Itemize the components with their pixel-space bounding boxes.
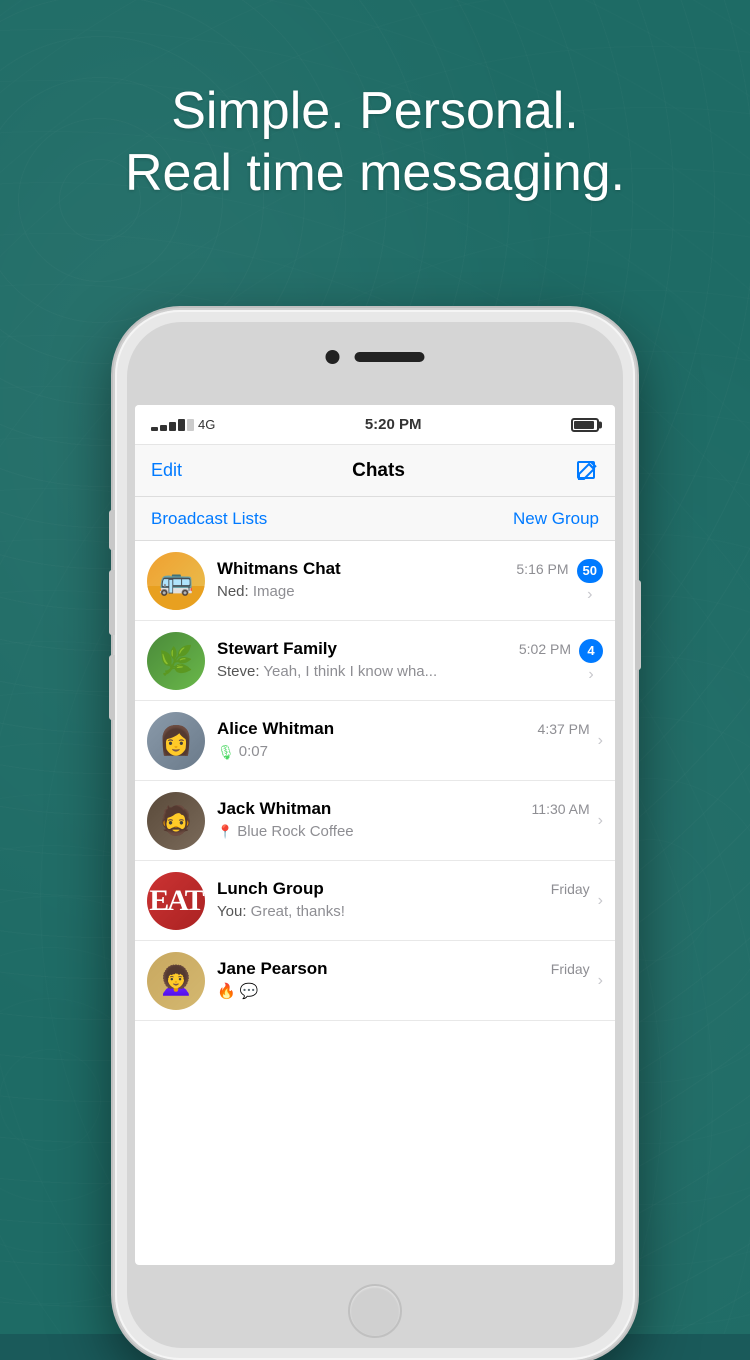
- list-item[interactable]: 👩‍🦱 Jane Pearson Friday 🔥 💬 ›: [135, 941, 615, 1021]
- chat-content: Alice Whitman 4:37 PM 🎙 0:07: [217, 719, 590, 762]
- chat-time: 4:37 PM: [538, 721, 590, 737]
- list-item[interactable]: 🧔 Jack Whitman 11:30 AM 📍 Blue Rock Coff…: [135, 781, 615, 861]
- signal-indicator: 4G: [151, 417, 215, 432]
- home-button[interactable]: [348, 1284, 402, 1338]
- list-item[interactable]: EAT Lunch Group Friday You: Great, thank…: [135, 861, 615, 941]
- chat-right: ›: [598, 893, 603, 909]
- chat-time: 5:16 PM: [516, 561, 568, 577]
- compose-icon: [575, 459, 599, 483]
- phone-top-hardware: [326, 350, 425, 364]
- chat-preview: 🎙 0:07: [217, 742, 590, 762]
- avatar: EAT: [147, 872, 205, 930]
- front-camera: [326, 350, 340, 364]
- chevron-right-icon: ›: [598, 813, 603, 829]
- chevron-right-icon: ›: [588, 667, 593, 683]
- chat-right: ›: [598, 813, 603, 829]
- chat-preview: You: Great, thanks!: [217, 902, 590, 922]
- clock: 5:20 PM: [365, 416, 422, 433]
- chat-time: 11:30 AM: [532, 801, 590, 817]
- battery-fill: [574, 421, 594, 429]
- chat-name: Jane Pearson: [217, 959, 328, 979]
- microphone-icon: 🎙: [217, 743, 235, 761]
- chat-time: Friday: [551, 961, 590, 977]
- app-header: Edit Chats: [135, 445, 615, 497]
- chat-content: Whitmans Chat 5:16 PM Ned: Image: [217, 559, 569, 602]
- status-bar: 4G 5:20 PM: [135, 405, 615, 445]
- chat-right: 4 ›: [579, 639, 603, 683]
- chat-preview: Steve: Yeah, I think I know wha...: [217, 662, 571, 682]
- phone-screen: 4G 5:20 PM Edit Chats: [135, 405, 615, 1265]
- chat-preview: 🔥 💬: [217, 982, 590, 1002]
- chat-name: Alice Whitman: [217, 719, 334, 739]
- chat-top-row: Jack Whitman 11:30 AM: [217, 799, 590, 819]
- earpiece-speaker: [355, 352, 425, 362]
- location-icon: 📍: [217, 824, 233, 841]
- list-item[interactable]: 🚌 Whitmans Chat 5:16 PM Ned: Image 50 ›: [135, 541, 615, 621]
- avatar: 👩‍🦱: [147, 952, 205, 1010]
- avatar: 🚌: [147, 552, 205, 610]
- chevron-right-icon: ›: [587, 587, 592, 603]
- signal-bars: [151, 419, 194, 431]
- volume-down-button: [109, 655, 115, 720]
- hero-section: Simple. Personal. Real time messaging.: [0, 80, 750, 205]
- signal-bar-1: [151, 427, 158, 431]
- signal-bar-3: [169, 422, 176, 431]
- edit-button[interactable]: Edit: [151, 460, 182, 481]
- chat-content: Stewart Family 5:02 PM Steve: Yeah, I th…: [217, 639, 571, 682]
- avatar: 🧔: [147, 792, 205, 850]
- status-right-icons: [571, 418, 599, 432]
- chat-name: Jack Whitman: [217, 799, 331, 819]
- chat-name: Lunch Group: [217, 879, 324, 899]
- broadcast-lists-button[interactable]: Broadcast Lists: [151, 509, 267, 529]
- chat-time: 5:02 PM: [519, 641, 571, 657]
- signal-bar-5: [187, 419, 194, 431]
- list-item[interactable]: 👩 Alice Whitman 4:37 PM 🎙 0:07 ›: [135, 701, 615, 781]
- action-bar: Broadcast Lists New Group: [135, 497, 615, 541]
- signal-bar-4: [178, 419, 185, 431]
- chat-top-row: Whitmans Chat 5:16 PM: [217, 559, 569, 579]
- hero-title: Simple. Personal. Real time messaging.: [0, 80, 750, 205]
- phone-frame: 4G 5:20 PM Edit Chats: [115, 310, 635, 1360]
- avatar: 👩: [147, 712, 205, 770]
- unread-badge: 4: [579, 639, 603, 663]
- chat-list: 🚌 Whitmans Chat 5:16 PM Ned: Image 50 ›: [135, 541, 615, 1021]
- volume-mute-button: [109, 510, 115, 550]
- chat-top-row: Lunch Group Friday: [217, 879, 590, 899]
- chat-name: Whitmans Chat: [217, 559, 341, 579]
- chevron-right-icon: ›: [598, 733, 603, 749]
- chat-preview: Ned: Image: [217, 582, 569, 602]
- chevron-right-icon: ›: [598, 893, 603, 909]
- chat-top-row: Alice Whitman 4:37 PM: [217, 719, 590, 739]
- network-type: 4G: [198, 417, 215, 432]
- chat-content: Jack Whitman 11:30 AM 📍 Blue Rock Coffee: [217, 799, 590, 842]
- chat-name: Stewart Family: [217, 639, 337, 659]
- new-group-button[interactable]: New Group: [513, 509, 599, 529]
- power-button: [635, 580, 641, 670]
- compose-button[interactable]: [575, 459, 599, 483]
- list-item[interactable]: 🌿 Stewart Family 5:02 PM Steve: Yeah, I …: [135, 621, 615, 701]
- unread-badge: 50: [577, 559, 603, 583]
- volume-up-button: [109, 570, 115, 635]
- chat-preview: 📍 Blue Rock Coffee: [217, 822, 590, 842]
- chat-top-row: Jane Pearson Friday: [217, 959, 590, 979]
- chat-time: Friday: [551, 881, 590, 897]
- screen-title: Chats: [352, 460, 405, 482]
- chat-content: Jane Pearson Friday 🔥 💬: [217, 959, 590, 1002]
- battery-icon: [571, 418, 599, 432]
- avatar: 🌿: [147, 632, 205, 690]
- signal-bar-2: [160, 425, 167, 431]
- chat-content: Lunch Group Friday You: Great, thanks!: [217, 879, 590, 922]
- chat-right: 50 ›: [577, 559, 603, 603]
- chat-right: ›: [598, 733, 603, 749]
- chat-top-row: Stewart Family 5:02 PM: [217, 639, 571, 659]
- chevron-right-icon: ›: [598, 973, 603, 989]
- chat-right: ›: [598, 973, 603, 989]
